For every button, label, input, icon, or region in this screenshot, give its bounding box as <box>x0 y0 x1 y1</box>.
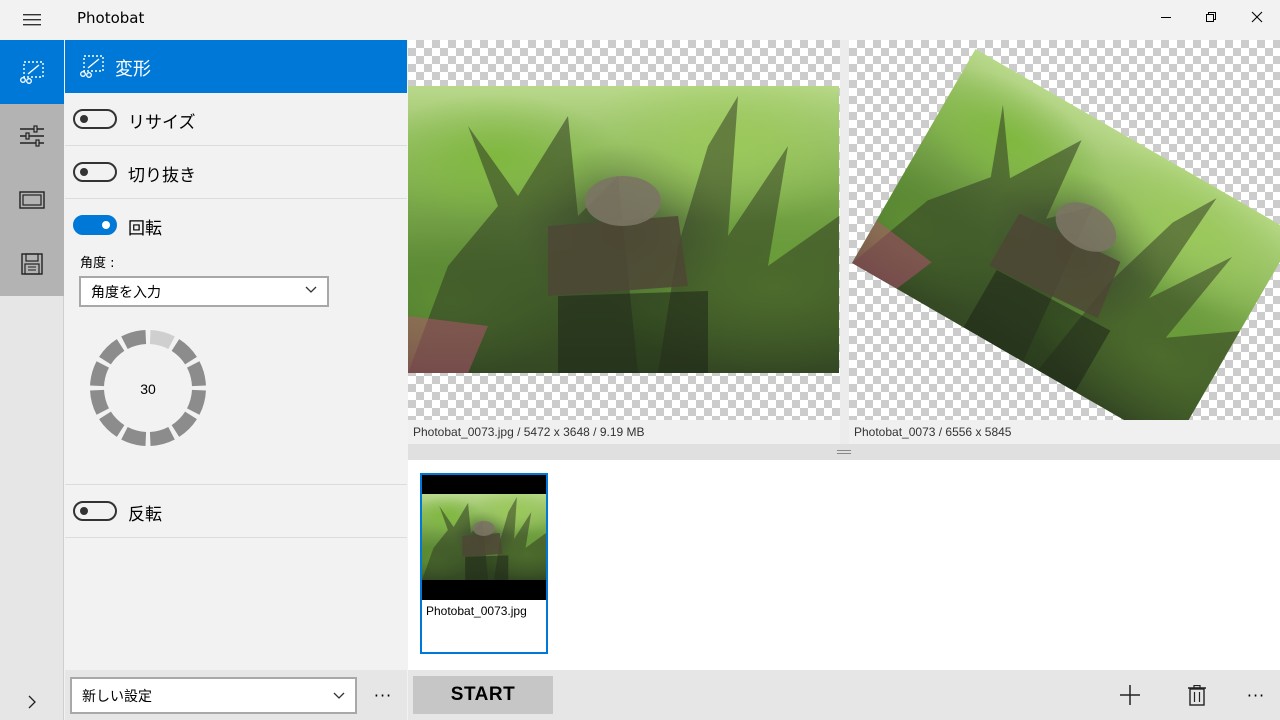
treehouse-image <box>408 96 839 373</box>
divider <box>65 484 407 485</box>
dial-segment[interactable] <box>99 339 125 365</box>
rotation-dial[interactable]: 30 <box>88 328 208 448</box>
resize-label: リサイズ <box>128 113 196 133</box>
dial-segment[interactable] <box>187 389 206 415</box>
file-name: Photobat_0073.jpg <box>426 604 527 618</box>
add-icon <box>1120 685 1140 705</box>
dial-segment[interactable] <box>149 330 175 349</box>
crop-label: 切り抜き <box>128 166 196 186</box>
dial-segment[interactable] <box>149 427 175 446</box>
add-file-button[interactable] <box>1110 675 1150 715</box>
rail-save-button[interactable] <box>0 232 64 296</box>
chevron-down-icon <box>305 286 317 293</box>
dial-segment[interactable] <box>90 361 109 387</box>
toggle-knob <box>80 168 88 176</box>
dial-segment[interactable] <box>171 339 197 365</box>
divider <box>65 198 407 199</box>
dial-segment[interactable] <box>187 361 206 387</box>
restore-icon <box>1206 12 1216 22</box>
thumbnail-frame <box>422 475 546 600</box>
divider <box>65 537 407 538</box>
original-preview <box>408 40 840 420</box>
rotate-toggle[interactable] <box>73 215 117 235</box>
start-button[interactable]: START <box>413 676 553 714</box>
treehouse-image <box>852 104 1241 420</box>
preset-select-value: 新しい設定 <box>82 688 152 705</box>
angle-select[interactable]: 角度を入力 <box>79 276 329 307</box>
toggle-knob <box>102 221 110 229</box>
crop-toggle[interactable] <box>73 162 117 182</box>
result-preview <box>849 40 1280 420</box>
transform-icon <box>80 55 104 78</box>
treehouse-image <box>422 496 546 580</box>
resize-toggle[interactable] <box>73 109 117 129</box>
trash-icon <box>1188 684 1206 706</box>
dial-segment[interactable] <box>90 389 109 415</box>
app-title: Photobat <box>77 9 145 27</box>
hamburger-icon <box>23 14 41 26</box>
close-button[interactable] <box>1234 0 1280 34</box>
rail-adjust-button[interactable] <box>0 104 64 168</box>
preview-divider <box>840 40 849 444</box>
hamburger-menu-button[interactable] <box>0 0 64 40</box>
restore-button[interactable] <box>1188 0 1234 34</box>
rail-frame-button[interactable] <box>0 168 64 232</box>
rail-transform-button[interactable] <box>0 40 64 104</box>
toggle-knob <box>80 507 88 515</box>
frame-icon <box>19 191 45 209</box>
original-photo <box>408 86 839 373</box>
panel-header: 変形 <box>65 40 407 93</box>
divider <box>65 145 407 146</box>
rail-expand-button[interactable] <box>22 690 42 714</box>
preset-select[interactable]: 新しい設定 <box>70 677 357 714</box>
bottombar-more-button[interactable]: ··· <box>1236 675 1276 715</box>
file-thumbnail[interactable]: Photobat_0073.jpg <box>420 473 548 654</box>
dial-segment[interactable] <box>121 330 147 349</box>
dial-value: 30 <box>140 381 156 397</box>
panel-title: 変形 <box>115 59 151 80</box>
close-icon <box>1251 11 1263 23</box>
toggle-knob <box>80 115 88 123</box>
dial-segment[interactable] <box>171 411 197 437</box>
delete-file-button[interactable] <box>1177 675 1217 715</box>
angle-select-value: 角度を入力 <box>91 284 161 301</box>
transform-icon <box>20 61 44 84</box>
minimize-icon <box>1161 17 1171 18</box>
grip-icon <box>837 449 851 454</box>
angle-label: 角度 : <box>80 256 115 271</box>
rotated-photo <box>852 49 1280 420</box>
dial-segment[interactable] <box>121 427 147 446</box>
adjust-sliders-icon <box>20 125 44 147</box>
chevron-right-icon <box>28 695 36 709</box>
preview-splitter[interactable] <box>408 444 1280 460</box>
original-caption: Photobat_0073.jpg / 5472 x 3648 / 9.19 M… <box>408 420 840 444</box>
minimize-button[interactable] <box>1143 0 1189 34</box>
thumbnail-image <box>422 494 546 580</box>
dial-segment[interactable] <box>99 411 125 437</box>
flip-label: 反転 <box>128 505 162 525</box>
panel-more-button[interactable]: ··· <box>363 675 403 715</box>
title-bar <box>0 0 1280 40</box>
rotate-label: 回転 <box>128 219 162 239</box>
result-caption: Photobat_0073 / 6556 x 5845 <box>849 420 1280 444</box>
chevron-down-icon <box>333 692 345 699</box>
flip-toggle[interactable] <box>73 501 117 521</box>
save-icon <box>21 253 43 275</box>
